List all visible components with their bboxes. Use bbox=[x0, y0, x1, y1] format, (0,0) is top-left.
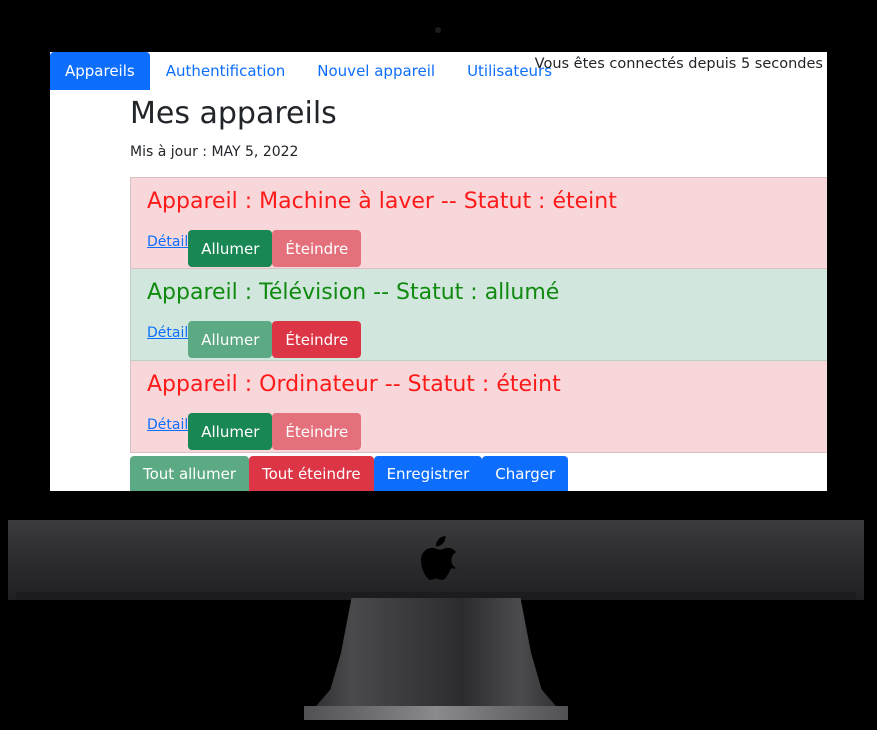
device-item-ordinateur: Appareil : Ordinateur -- Statut : éteint… bbox=[130, 361, 827, 453]
save-button[interactable]: Enregistrer bbox=[373, 456, 483, 491]
nav-item-nouvel-appareil[interactable]: Nouvel appareil bbox=[301, 52, 451, 90]
apple-logo-icon bbox=[420, 536, 457, 580]
device-list: Appareil : Machine à laver -- Statut : é… bbox=[130, 177, 827, 453]
navbar: Appareils Authentification Nouvel appare… bbox=[50, 52, 568, 90]
main-content: Mes appareils Mis à jour : MAY 5, 2022 A… bbox=[130, 90, 827, 453]
page-title: Mes appareils bbox=[130, 96, 337, 131]
nav-item-authentification[interactable]: Authentification bbox=[150, 52, 302, 90]
camera-dot bbox=[435, 27, 441, 33]
detail-link[interactable]: Détail bbox=[147, 325, 188, 341]
detail-link[interactable]: Détail bbox=[147, 234, 188, 250]
device-title: Appareil : Machine à laver -- Statut : é… bbox=[147, 189, 617, 214]
detail-link[interactable]: Détail bbox=[147, 417, 188, 433]
device-title: Appareil : Ordinateur -- Statut : éteint bbox=[147, 372, 561, 397]
device-item-television: Appareil : Télévision -- Statut : allumé… bbox=[130, 269, 827, 361]
turn-on-button[interactable]: Allumer bbox=[188, 321, 273, 358]
device-title: Appareil : Télévision -- Statut : allumé bbox=[147, 280, 560, 305]
monitor-stand-base bbox=[304, 706, 568, 720]
turn-on-button[interactable]: Allumer bbox=[188, 230, 273, 267]
last-updated: Mis à jour : MAY 5, 2022 bbox=[130, 144, 299, 160]
device-actions: Détail Allumer Éteindre bbox=[147, 413, 362, 450]
device-actions: Détail Allumer Éteindre bbox=[147, 230, 362, 267]
turn-off-button[interactable]: Éteindre bbox=[272, 413, 362, 450]
turn-on-button[interactable]: Allumer bbox=[188, 413, 273, 450]
all-off-button[interactable]: Tout éteindre bbox=[249, 456, 374, 491]
nav-item-appareils[interactable]: Appareils bbox=[50, 52, 150, 90]
device-actions: Détail Allumer Éteindre bbox=[147, 321, 362, 358]
turn-off-button[interactable]: Éteindre bbox=[272, 321, 362, 358]
monitor-stand bbox=[304, 598, 568, 720]
screen: Appareils Authentification Nouvel appare… bbox=[50, 52, 827, 491]
load-button[interactable]: Charger bbox=[482, 456, 569, 491]
connection-timer: Vous êtes connectés depuis 5 secondes bbox=[534, 56, 823, 72]
global-actions: Tout allumer Tout éteindre Enregistrer C… bbox=[130, 456, 569, 491]
device-item-machine-a-laver: Appareil : Machine à laver -- Statut : é… bbox=[130, 177, 827, 269]
turn-off-button[interactable]: Éteindre bbox=[272, 230, 362, 267]
all-on-button[interactable]: Tout allumer bbox=[130, 456, 249, 491]
